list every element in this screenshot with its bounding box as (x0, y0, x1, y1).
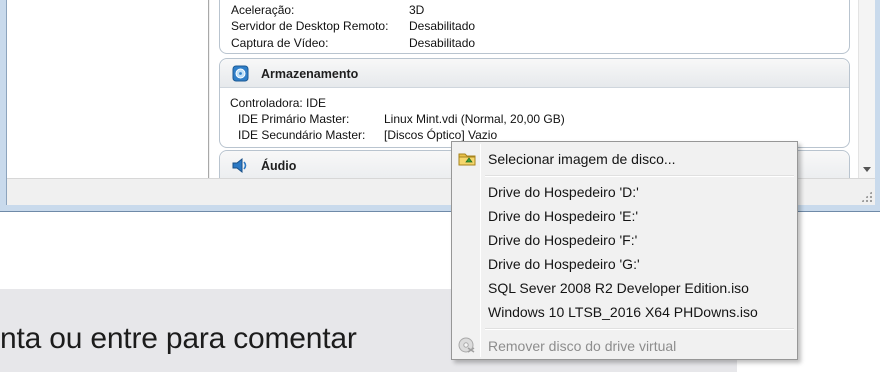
storage-controller: Controladora: IDE (230, 96, 327, 110)
vm-list-pane[interactable] (7, 0, 209, 178)
menu-label: Selecionar imagem de disco... (488, 151, 676, 167)
optical-drive-context-menu: Selecionar imagem de disco... Drive do H… (451, 141, 798, 360)
menu-item-host-drive-f[interactable]: Drive do Hospedeiro 'F:' (454, 228, 795, 251)
ide-primary-label: IDE Primário Master: (238, 112, 350, 126)
comment-prompt: nta ou entre para comentar (0, 322, 357, 355)
menu-label: Windows 10 LTSB_2016 X64 PHDowns.iso (488, 304, 758, 320)
detail-label: Captura de Vídeo: (231, 36, 329, 50)
resize-grip-icon[interactable] (861, 191, 872, 202)
menu-item-remove-disk: Remover disco do drive virtual (454, 334, 795, 357)
folder-disk-icon (457, 149, 477, 167)
display-panel: Aceleração: 3D Servidor de Desktop Remot… (219, 0, 850, 54)
storage-icon (232, 65, 249, 82)
speaker-icon (232, 157, 249, 174)
scroll-down-icon[interactable] (863, 167, 871, 172)
menu-label: Remover disco do drive virtual (488, 338, 677, 354)
menu-item-host-drive-e[interactable]: Drive do Hospedeiro 'E:' (454, 204, 795, 227)
ide-secondary-label: IDE Secundário Master: (238, 128, 366, 142)
menu-label: Drive do Hospedeiro 'D:' (488, 184, 639, 200)
menu-separator (485, 175, 794, 177)
menu-item-recent-iso[interactable]: Windows 10 LTSB_2016 X64 PHDowns.iso (454, 300, 795, 323)
detail-value: 3D (409, 3, 425, 17)
audio-panel-title: Áudio (261, 159, 297, 173)
detail-label: Aceleração: (231, 3, 295, 17)
menu-label: Drive do Hospedeiro 'F:' (488, 232, 638, 248)
detail-label: Servidor de Desktop Remoto: (231, 19, 389, 33)
ide-secondary-value[interactable]: [Discos Óptico] Vazio (384, 128, 497, 142)
menu-label: SQL Sever 2008 R2 Developer Edition.iso (488, 280, 749, 296)
menu-item-recent-iso[interactable]: SQL Sever 2008 R2 Developer Edition.iso (454, 276, 795, 299)
storage-panel-title: Armazenamento (261, 67, 359, 81)
menu-item-select-disk-image[interactable]: Selecionar imagem de disco... (454, 147, 795, 170)
menu-separator (485, 328, 794, 330)
eject-disk-icon (457, 336, 477, 354)
vertical-scrollbar[interactable] (858, 0, 875, 178)
detail-value: Desabilitado (409, 36, 476, 50)
detail-value: Desabilitado (409, 19, 476, 33)
menu-label: Drive do Hospedeiro 'E:' (488, 208, 639, 224)
menu-item-host-drive-g[interactable]: Drive do Hospedeiro 'G:' (454, 252, 795, 275)
storage-panel: Armazenamento Controladora: IDE IDE Prim… (219, 58, 850, 148)
storage-panel-header[interactable]: Armazenamento (220, 59, 849, 88)
menu-label: Drive do Hospedeiro 'G:' (488, 256, 640, 272)
menu-item-host-drive-d[interactable]: Drive do Hospedeiro 'D:' (454, 180, 795, 203)
ide-primary-value[interactable]: Linux Mint.vdi (Normal, 20,00 GB) (384, 112, 565, 126)
